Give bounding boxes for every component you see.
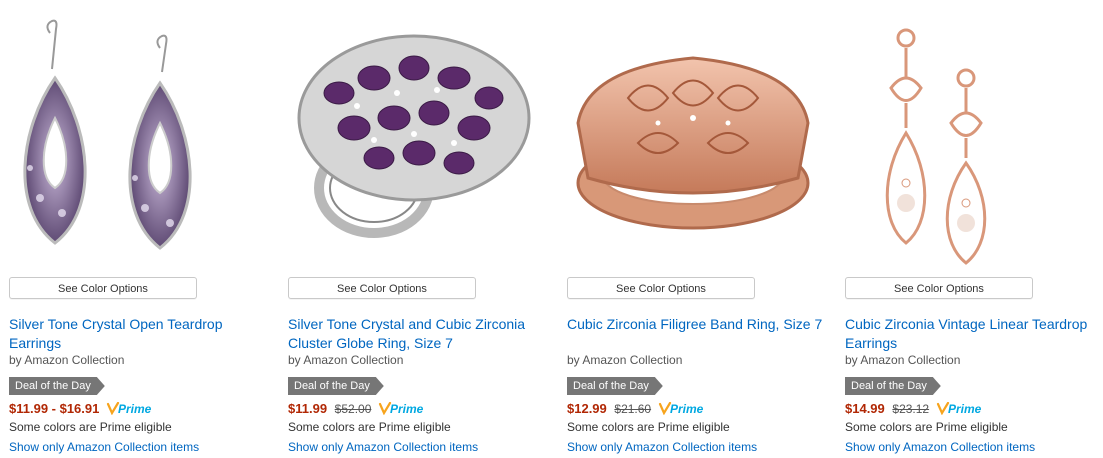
list-price: $21.60 xyxy=(614,402,652,416)
product-title-link[interactable]: Silver Tone Crystal and Cubic Zirconia C… xyxy=(288,315,548,353)
byline: by Amazon Collection xyxy=(567,353,682,367)
product-title-link[interactable]: Cubic Zirconia Filigree Band Ring, Size … xyxy=(567,315,827,334)
product-card: See Color Options Cubic Zirconia Filigre… xyxy=(558,0,830,458)
price: $11.99 xyxy=(288,401,328,416)
product-image[interactable] xyxy=(0,8,272,270)
deal-of-the-day-badge: Deal of the Day xyxy=(567,377,663,395)
deal-of-the-day-badge: Deal of the Day xyxy=(288,377,384,395)
product-title-link[interactable]: Silver Tone Crystal Open Teardrop Earrin… xyxy=(9,315,269,353)
byline: by Amazon Collection xyxy=(845,353,960,367)
prime-eligible-note: Some colors are Prime eligible xyxy=(567,420,730,434)
show-only-brand-link[interactable]: Show only Amazon Collection items xyxy=(567,440,757,454)
prime-eligible-note: Some colors are Prime eligible xyxy=(845,420,1008,434)
show-only-brand-link[interactable]: Show only Amazon Collection items xyxy=(9,440,199,454)
by-prefix: by xyxy=(9,353,22,367)
by-prefix: by xyxy=(567,353,580,367)
prime-eligible-note: Some colors are Prime eligible xyxy=(288,420,451,434)
prime-label: Prime xyxy=(390,402,424,415)
see-color-options-button[interactable]: See Color Options xyxy=(845,277,1033,299)
price-row: $12.99 $21.60 Prime xyxy=(567,401,708,418)
show-only-brand-link[interactable]: Show only Amazon Collection items xyxy=(288,440,478,454)
brand-name: Amazon Collection xyxy=(303,353,404,367)
list-price: $52.00 xyxy=(334,402,372,416)
see-color-options-button[interactable]: See Color Options xyxy=(288,277,476,299)
price: $14.99 xyxy=(845,401,885,416)
by-prefix: by xyxy=(845,353,858,367)
earrings-teardrop-image xyxy=(23,19,192,250)
prime-icon: Prime xyxy=(106,401,156,418)
byline: by Amazon Collection xyxy=(9,353,124,367)
product-card: See Color Options Silver Tone Crystal an… xyxy=(279,0,551,458)
by-prefix: by xyxy=(288,353,301,367)
byline: by Amazon Collection xyxy=(288,353,403,367)
price-row: $14.99 $23.12 Prime xyxy=(845,401,986,418)
list-price: $23.12 xyxy=(892,402,930,416)
brand-name: Amazon Collection xyxy=(860,353,961,367)
price: $12.99 xyxy=(567,401,607,416)
prime-icon: Prime xyxy=(378,401,428,418)
product-card: See Color Options Silver Tone Crystal Op… xyxy=(0,0,272,458)
price-row: $11.99 $52.00 Prime xyxy=(288,401,428,418)
show-only-brand-link[interactable]: Show only Amazon Collection items xyxy=(845,440,1035,454)
product-image[interactable] xyxy=(836,8,1103,270)
product-title-link[interactable]: Cubic Zirconia Vintage Linear Teardrop E… xyxy=(845,315,1103,353)
product-grid: See Color Options Silver Tone Crystal Op… xyxy=(0,0,1103,458)
ring-filigree-band-image xyxy=(576,56,810,230)
see-color-options-button[interactable]: See Color Options xyxy=(9,277,197,299)
deal-of-the-day-badge: Deal of the Day xyxy=(9,377,105,395)
brand-name: Amazon Collection xyxy=(582,353,683,367)
see-color-options-button[interactable]: See Color Options xyxy=(567,277,755,299)
prime-icon: Prime xyxy=(658,401,708,418)
prime-icon: Prime xyxy=(936,401,986,418)
prime-label: Prime xyxy=(118,402,152,415)
product-image[interactable] xyxy=(279,8,551,270)
earrings-vintage-linear-image xyxy=(885,28,987,265)
price: $11.99 - $16.91 xyxy=(9,401,100,416)
ring-cluster-globe-image xyxy=(297,34,531,238)
product-image[interactable] xyxy=(558,8,830,270)
prime-label: Prime xyxy=(670,402,704,415)
price-row: $11.99 - $16.91 Prime xyxy=(9,401,156,418)
brand-name: Amazon Collection xyxy=(24,353,125,367)
product-card: See Color Options Cubic Zirconia Vintage… xyxy=(836,0,1103,458)
deal-of-the-day-badge: Deal of the Day xyxy=(845,377,941,395)
prime-label: Prime xyxy=(948,402,982,415)
prime-eligible-note: Some colors are Prime eligible xyxy=(9,420,172,434)
